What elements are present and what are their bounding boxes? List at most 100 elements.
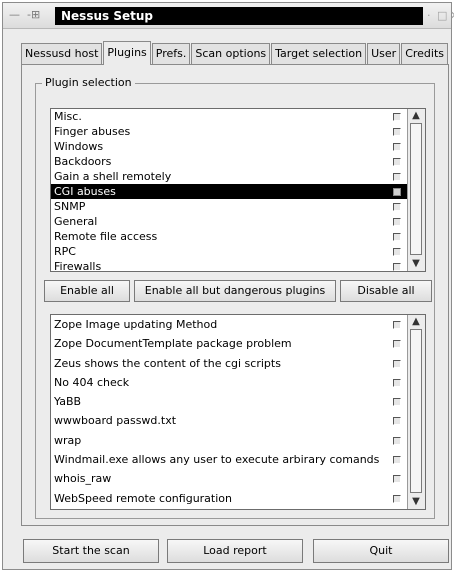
plugin-checkbox[interactable] — [393, 494, 401, 503]
family-checkbox[interactable] — [393, 203, 401, 211]
close-icon[interactable]: ✕ — [450, 9, 454, 22]
plugin-list[interactable]: Zope Image updating Method Zope Document… — [50, 314, 426, 510]
list-item[interactable]: Zope DocumentTemplate package problem — [51, 334, 407, 353]
tab-nessusd-host[interactable]: Nessusd host — [21, 43, 103, 65]
tab-scan-options[interactable]: Scan options — [191, 43, 271, 65]
plugin-family-rows: Misc. Finger abuses Windows Backdoors Ga… — [51, 109, 407, 271]
plugin-checkbox[interactable] — [393, 456, 401, 465]
scroll-thumb[interactable] — [410, 329, 422, 493]
family-checkbox[interactable] — [393, 248, 401, 256]
family-checkbox[interactable] — [393, 218, 401, 226]
window-title: Nessus Setup — [55, 7, 423, 25]
family-label: RPC — [54, 245, 76, 258]
family-checkbox[interactable] — [393, 143, 401, 151]
list-item[interactable]: Windmail.exe allows any user to execute … — [51, 450, 407, 469]
list-item[interactable]: Misc. — [51, 109, 407, 124]
tab-plugins[interactable]: Plugins — [103, 41, 151, 65]
tab-user[interactable]: User — [367, 43, 401, 65]
tab-bar: Nessusd host Plugins Prefs. Scan options… — [21, 41, 449, 65]
minimize-icon[interactable]: · — [427, 9, 431, 22]
plugin-checkbox[interactable] — [393, 417, 401, 426]
maximize-icon[interactable]: □ — [437, 9, 447, 22]
family-checkbox[interactable] — [393, 263, 401, 271]
load-report-button[interactable]: Load report — [167, 539, 303, 563]
family-checkbox[interactable] — [393, 158, 401, 166]
list-item[interactable]: Windows — [51, 139, 407, 154]
nessus-setup-window: — -⊞ Nessus Setup · □ ✕ Nessusd host Plu… — [2, 2, 454, 570]
family-label: Misc. — [54, 110, 82, 123]
list-item[interactable]: Finger abuses — [51, 124, 407, 139]
family-label: Backdoors — [54, 155, 112, 168]
family-label: Firewalls — [54, 260, 102, 271]
plugin-list-scrollbar[interactable]: ▲ ▼ — [407, 315, 425, 509]
family-checkbox[interactable] — [393, 233, 401, 241]
scroll-thumb[interactable] — [410, 123, 422, 255]
plugin-label: wwwboard passwd.txt — [54, 414, 177, 428]
list-item[interactable]: Zeus shows the content of the cgi script… — [51, 354, 407, 373]
list-item[interactable]: YaBB — [51, 392, 407, 411]
scroll-down-icon[interactable]: ▼ — [410, 258, 422, 270]
scroll-down-icon[interactable]: ▼ — [410, 496, 422, 508]
list-item[interactable]: No 404 check — [51, 373, 407, 392]
plugin-checkbox[interactable] — [393, 359, 401, 368]
plugin-selection-group: Plugin selection Misc. Finger abuses Win… — [35, 76, 435, 519]
plugin-family-list[interactable]: Misc. Finger abuses Windows Backdoors Ga… — [50, 108, 426, 272]
start-scan-button[interactable]: Start the scan — [23, 539, 159, 563]
family-label: Gain a shell remotely — [54, 170, 172, 183]
tab-prefs[interactable]: Prefs. — [151, 43, 191, 65]
list-item[interactable]: SNMP — [51, 199, 407, 214]
list-item[interactable]: Firewalls — [51, 259, 407, 271]
list-item[interactable]: wwwboard passwd.txt — [51, 411, 407, 430]
plugin-label: wrap — [54, 433, 82, 447]
family-label: Remote file access — [54, 230, 158, 243]
list-item[interactable]: wrap — [51, 431, 407, 450]
family-label: General — [54, 215, 98, 228]
plugin-checkbox[interactable] — [393, 436, 401, 445]
list-item[interactable]: Zope Image updating Method — [51, 315, 407, 334]
plugin-rows: Zope Image updating Method Zope Document… — [51, 315, 407, 509]
list-item[interactable]: whois_raw — [51, 469, 407, 488]
plugin-label: whois_raw — [54, 472, 112, 486]
list-item[interactable]: Gain a shell remotely — [51, 169, 407, 184]
list-item-selected[interactable]: CGI abuses — [51, 184, 407, 199]
family-checkbox[interactable] — [393, 128, 401, 136]
list-item[interactable]: WebSpeed remote configuration — [51, 489, 407, 508]
list-item[interactable]: Backdoors — [51, 154, 407, 169]
tab-target-selection[interactable]: Target selection — [271, 43, 367, 65]
enable-all-but-dangerous-button[interactable]: Enable all but dangerous plugins — [134, 280, 336, 302]
disable-all-button[interactable]: Disable all — [340, 280, 432, 302]
list-item[interactable]: General — [51, 214, 407, 229]
family-checkbox[interactable] — [393, 188, 401, 196]
plugin-label: Zeus shows the content of the cgi script… — [54, 356, 281, 370]
family-label: Windows — [54, 140, 104, 153]
plugin-checkbox[interactable] — [393, 321, 401, 329]
plugin-checkbox[interactable] — [393, 475, 401, 484]
family-label: CGI abuses — [54, 185, 116, 198]
family-label: Finger abuses — [54, 125, 131, 138]
plugins-tab-panel: Plugin selection Misc. Finger abuses Win… — [21, 64, 449, 526]
family-checkbox[interactable] — [393, 113, 401, 121]
plugin-checkbox[interactable] — [393, 340, 401, 349]
scroll-up-icon[interactable]: ▲ — [410, 316, 422, 328]
plugin-label: Windmail.exe allows any user to execute … — [54, 453, 380, 467]
family-label: SNMP — [54, 200, 86, 213]
enable-all-button[interactable]: Enable all — [44, 280, 130, 302]
plugin-label: No 404 check — [54, 375, 130, 389]
plugin-label: YaBB — [54, 395, 82, 409]
pin-icon[interactable]: -⊞ — [27, 8, 40, 21]
scroll-up-icon[interactable]: ▲ — [410, 110, 422, 122]
plugin-checkbox[interactable] — [393, 378, 401, 387]
plugin-checkbox[interactable] — [393, 398, 401, 407]
tab-credits[interactable]: Credits — [401, 43, 449, 65]
family-checkbox[interactable] — [393, 173, 401, 181]
list-item[interactable]: Remote file access — [51, 229, 407, 244]
plugin-label: Zope Image updating Method — [54, 318, 218, 331]
family-list-scrollbar[interactable]: ▲ ▼ — [407, 109, 425, 271]
plugin-label: Zope DocumentTemplate package problem — [54, 337, 292, 351]
list-item[interactable]: RPC — [51, 244, 407, 259]
title-bar[interactable]: — -⊞ Nessus Setup · □ ✕ — [3, 3, 454, 29]
window-menu-icon[interactable]: — — [9, 8, 20, 21]
plugin-selection-label: Plugin selection — [42, 76, 135, 89]
quit-button[interactable]: Quit — [313, 539, 449, 563]
plugin-label: WebSpeed remote configuration — [54, 491, 232, 505]
